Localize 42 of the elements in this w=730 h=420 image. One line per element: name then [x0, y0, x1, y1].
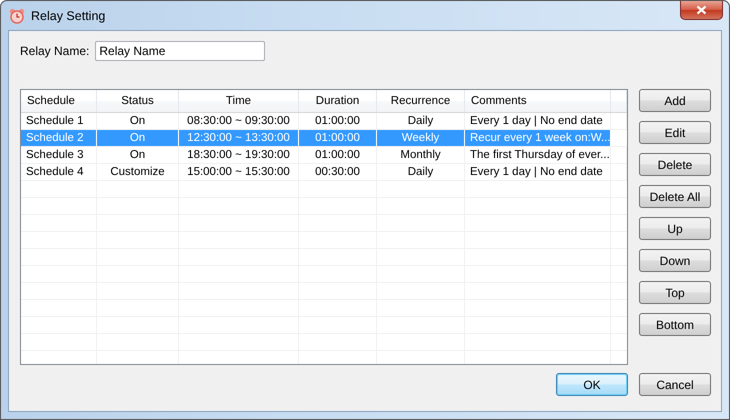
table-row[interactable]: Schedule 3 On 18:30:00 ~ 19:30:00 01:00:00 Monthly The first Thursday of ever...	[21, 147, 627, 164]
table-cell: Schedule 3	[21, 147, 97, 164]
table-cell: The first Thursday of ever...	[465, 147, 611, 164]
action-button[interactable]: Bottom	[639, 313, 711, 336]
table-cell: On	[97, 130, 179, 147]
table-cell: Weekly	[377, 130, 465, 147]
table-cell: Every 1 day | No end date	[465, 164, 611, 181]
column-header[interactable]: Comments	[465, 90, 611, 112]
column-header[interactable]: Time	[179, 90, 299, 112]
close-button[interactable]	[680, 1, 723, 20]
table-cell: 01:00:00	[299, 147, 377, 164]
alarm-clock-icon	[9, 8, 25, 24]
relay-name-field[interactable]: Relay Name	[95, 41, 266, 61]
table-cell: 12:30:00 ~ 13:30:00	[179, 130, 299, 147]
action-button[interactable]: Delete All	[639, 185, 711, 208]
table-cell: Customize	[97, 164, 179, 181]
action-button[interactable]: Delete	[639, 153, 711, 176]
table-cell: Daily	[377, 164, 465, 181]
dialog-button[interactable]: OK	[556, 373, 628, 396]
table-cell: Monthly	[377, 147, 465, 164]
table-cell: 18:30:00 ~ 19:30:00	[179, 147, 299, 164]
table-cell: 01:00:00	[299, 130, 377, 147]
action-button[interactable]: Edit	[639, 121, 711, 144]
table-cell: 15:00:00 ~ 15:30:00	[179, 164, 299, 181]
table-row[interactable]: Schedule 4 Customize 15:00:00 ~ 15:30:00 00:30:00 Daily Every 1 day | No end date	[21, 164, 627, 181]
table-cell: On	[97, 147, 179, 164]
column-header[interactable]: Schedule	[21, 90, 97, 112]
action-button[interactable]: Top	[639, 281, 711, 304]
action-button[interactable]: Add	[639, 89, 711, 112]
field-label: Relay Name:	[20, 44, 90, 58]
table-cell: Schedule 2	[21, 130, 97, 147]
table-cell: Recur every 1 week on:W...	[465, 130, 611, 147]
table-cell: 00:30:00	[299, 164, 377, 181]
window-title: Relay Setting	[31, 8, 106, 22]
action-button[interactable]: Down	[639, 249, 711, 272]
table-cell: Schedule 4	[21, 164, 97, 181]
dialog-button[interactable]: Cancel	[639, 373, 711, 396]
column-header[interactable]: Status	[97, 90, 179, 112]
close-icon	[696, 5, 707, 15]
column-header[interactable]: Recurrence	[377, 90, 465, 112]
action-button[interactable]: Up	[639, 217, 711, 240]
column-header[interactable]: Duration	[299, 90, 377, 112]
